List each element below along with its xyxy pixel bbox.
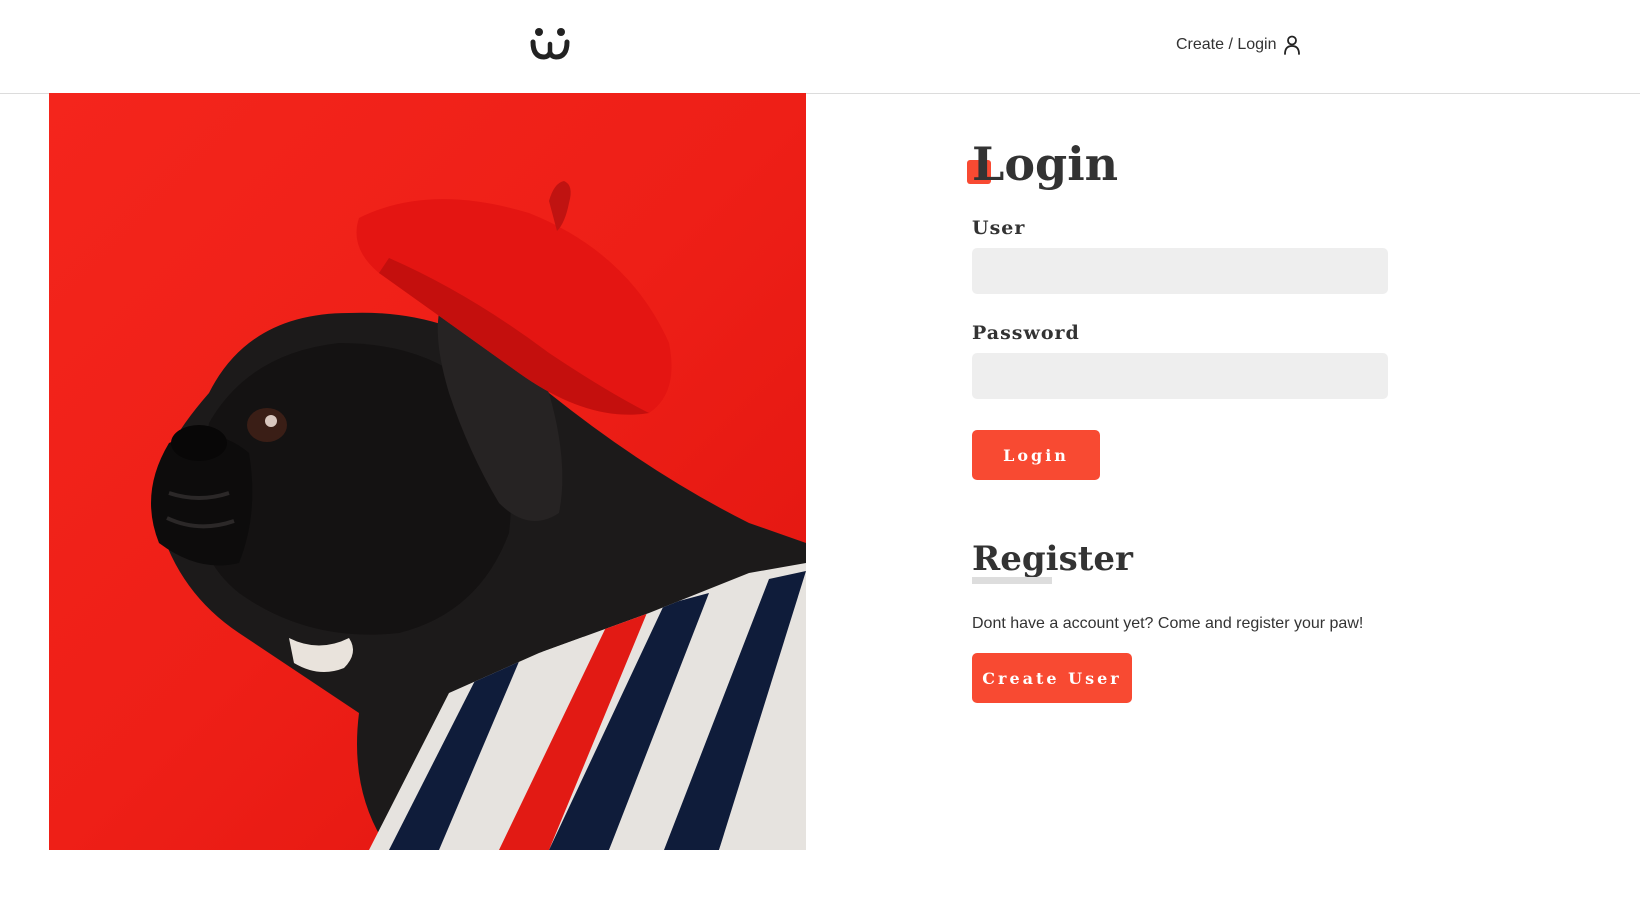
user-label: User (972, 217, 1026, 239)
login-heading: Login (972, 134, 1118, 194)
create-user-button[interactable]: Create User (972, 653, 1132, 703)
register-heading-underline (972, 577, 1052, 584)
create-login-link[interactable]: Create / Login (1176, 34, 1301, 56)
register-heading: Register (972, 539, 1133, 579)
login-heading-text: Login (972, 137, 1119, 191)
user-input[interactable] (972, 248, 1388, 294)
dog-face-icon[interactable] (530, 26, 570, 60)
register-description: Dont have a account yet? Come and regist… (972, 615, 1364, 632)
site-header: Create / Login (0, 0, 1640, 94)
password-input[interactable] (972, 353, 1388, 399)
create-login-label: Create / Login (1176, 36, 1277, 53)
pug-in-red-beret-icon (49, 93, 806, 850)
login-button[interactable]: Login (972, 430, 1100, 480)
password-label: Password (972, 322, 1080, 344)
user-icon (1283, 35, 1300, 55)
pug-in-red-beret-image (49, 93, 806, 850)
